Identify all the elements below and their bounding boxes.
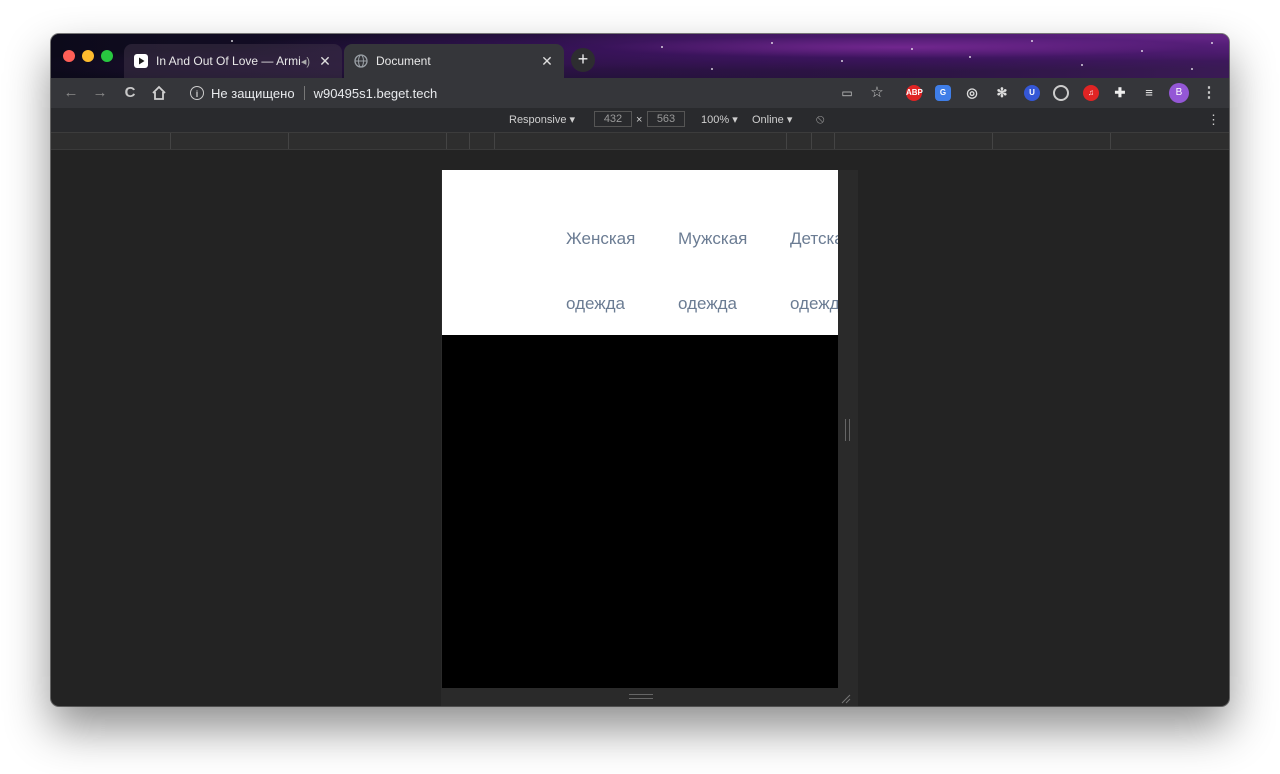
fingerprint-icon[interactable]: ◎	[964, 85, 980, 101]
queue-icon[interactable]: ≡	[1141, 85, 1157, 101]
profile-avatar[interactable]: B	[1169, 83, 1189, 103]
music-icon[interactable]: ♫	[1083, 85, 1099, 101]
record-icon[interactable]	[1053, 85, 1069, 101]
cast-icon[interactable]: ▭	[836, 82, 858, 104]
forward-icon[interactable]: →	[89, 82, 111, 104]
ublock-icon[interactable]: U	[1024, 85, 1040, 101]
divider	[303, 86, 305, 100]
tab-title: Document	[376, 54, 431, 68]
security-label: Не защищено	[211, 85, 295, 101]
bookmark-star-icon[interactable]: ☆	[866, 82, 888, 104]
close-tab-button[interactable]: ✕	[540, 53, 554, 70]
tab-strip: In And Out Of Love — Armi ◂) ✕ Document …	[51, 34, 1229, 78]
maximize-window-button[interactable]	[101, 50, 113, 62]
tab-music[interactable]: In And Out Of Love — Armi ◂) ✕	[124, 44, 342, 78]
react-icon[interactable]: ✻	[994, 85, 1010, 101]
rotate-icon[interactable]: ⦸	[816, 111, 824, 127]
browser-window: In And Out Of Love — Armi ◂) ✕ Document …	[51, 34, 1229, 706]
nav-link-men[interactable]: Мужская одежда	[678, 206, 768, 335]
reload-icon[interactable]: C	[119, 82, 141, 104]
page-viewport: Женская одежда Мужская одежда Детская од…	[442, 170, 838, 688]
resize-handle-right[interactable]	[845, 419, 850, 441]
site-nav: Женская одежда Мужская одежда Детская од…	[442, 170, 838, 335]
close-window-button[interactable]	[63, 50, 75, 62]
speaker-icon[interactable]: ◂)	[301, 55, 310, 68]
close-tab-button[interactable]: ✕	[318, 53, 332, 70]
minimize-window-button[interactable]	[82, 50, 94, 62]
url-text[interactable]: w90495s1.beget.tech	[314, 86, 438, 101]
globe-icon	[354, 54, 368, 68]
throttle-select[interactable]: Online ▾	[752, 113, 792, 126]
nav-link-women[interactable]: Женская одежда	[566, 206, 656, 335]
more-options-icon[interactable]: ⋮	[1207, 112, 1220, 128]
play-icon	[134, 54, 148, 68]
tab-document[interactable]: Document ✕	[344, 44, 564, 78]
nav-link-kids[interactable]: Детская одежда	[790, 206, 838, 335]
width-input[interactable]: 432	[594, 111, 632, 127]
device-label: Responsive	[509, 114, 567, 126]
new-tab-button[interactable]: +	[571, 48, 595, 72]
device-select[interactable]: Responsive ▾	[509, 113, 575, 126]
resize-handle-corner[interactable]	[841, 691, 851, 704]
times-sign: ×	[636, 114, 643, 126]
zoom-select[interactable]: 100% ▾	[701, 113, 738, 126]
translate-icon[interactable]: G	[935, 85, 951, 101]
device-toolbar: Responsive ▾ 432 × 563 100% ▾ Online ▾ ⦸…	[51, 108, 1229, 133]
media-query-bar[interactable]	[51, 133, 1229, 150]
address-bar[interactable]: i Не защищено w90495s1.beget.tech	[184, 81, 884, 105]
back-icon[interactable]: ←	[60, 82, 82, 104]
resize-handle-bottom[interactable]	[629, 694, 653, 699]
menu-icon[interactable]: ⋮	[1198, 82, 1220, 104]
abp-icon[interactable]: ABP	[906, 85, 923, 101]
height-input[interactable]: 563	[647, 111, 685, 127]
home-icon[interactable]	[148, 82, 170, 104]
puzzle-icon[interactable]: ✚	[1112, 85, 1128, 101]
browser-toolbar: ← → C i Не защищено w90495s1.beget.tech …	[51, 78, 1229, 108]
tab-title: In And Out Of Love — Armi	[156, 54, 301, 68]
throttle-label: Online	[752, 114, 784, 126]
zoom-label: 100%	[701, 114, 730, 126]
info-icon[interactable]: i	[190, 86, 204, 100]
